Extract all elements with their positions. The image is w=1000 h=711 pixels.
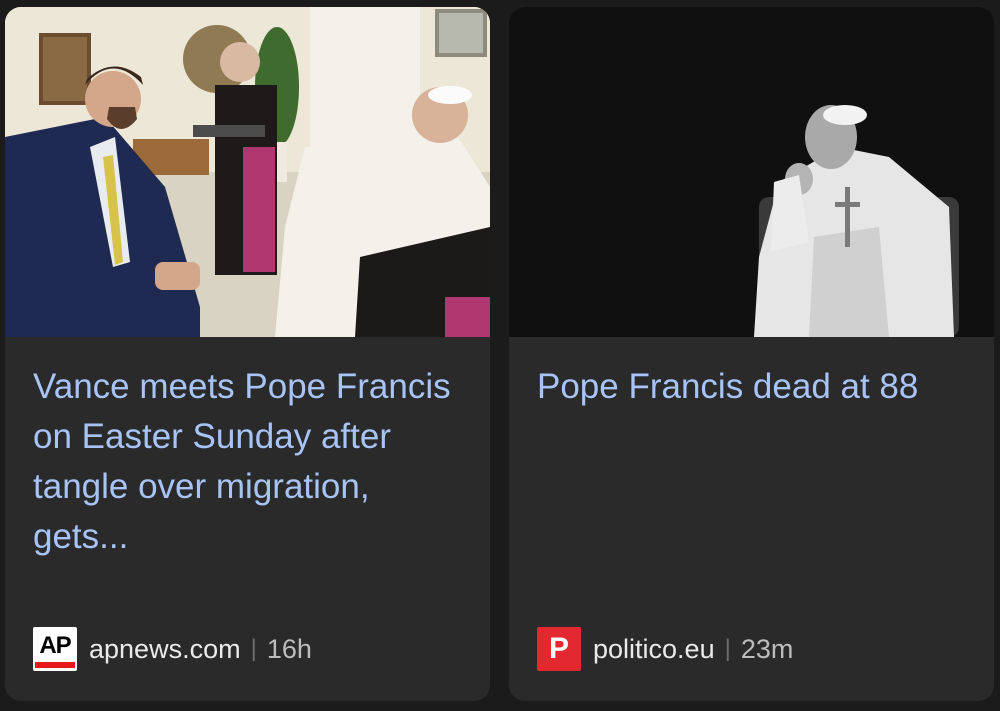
news-card-vance-pope[interactable]: Vance meets Pope Francis on Easter Sunda…	[5, 7, 490, 701]
publish-time: 23m	[740, 633, 794, 664]
politico-logo-icon: P	[537, 627, 581, 671]
separator: |	[724, 635, 731, 662]
news-card-pope-dead[interactable]: Pope Francis dead at 88 P politico.eu | …	[509, 7, 994, 701]
source-domain: politico.eu	[593, 633, 715, 664]
ap-logo-icon: AP	[33, 627, 77, 671]
article-thumbnail	[5, 7, 490, 337]
separator: |	[250, 635, 257, 662]
article-thumbnail	[509, 7, 994, 337]
article-source: P politico.eu | 23m	[537, 627, 793, 671]
source-domain: apnews.com	[89, 633, 241, 664]
publish-time: 16h	[266, 633, 312, 664]
article-headline[interactable]: Pope Francis dead at 88	[537, 362, 966, 412]
article-headline[interactable]: Vance meets Pope Francis on Easter Sunda…	[33, 362, 462, 562]
article-source: AP apnews.com | 16h	[33, 627, 312, 671]
